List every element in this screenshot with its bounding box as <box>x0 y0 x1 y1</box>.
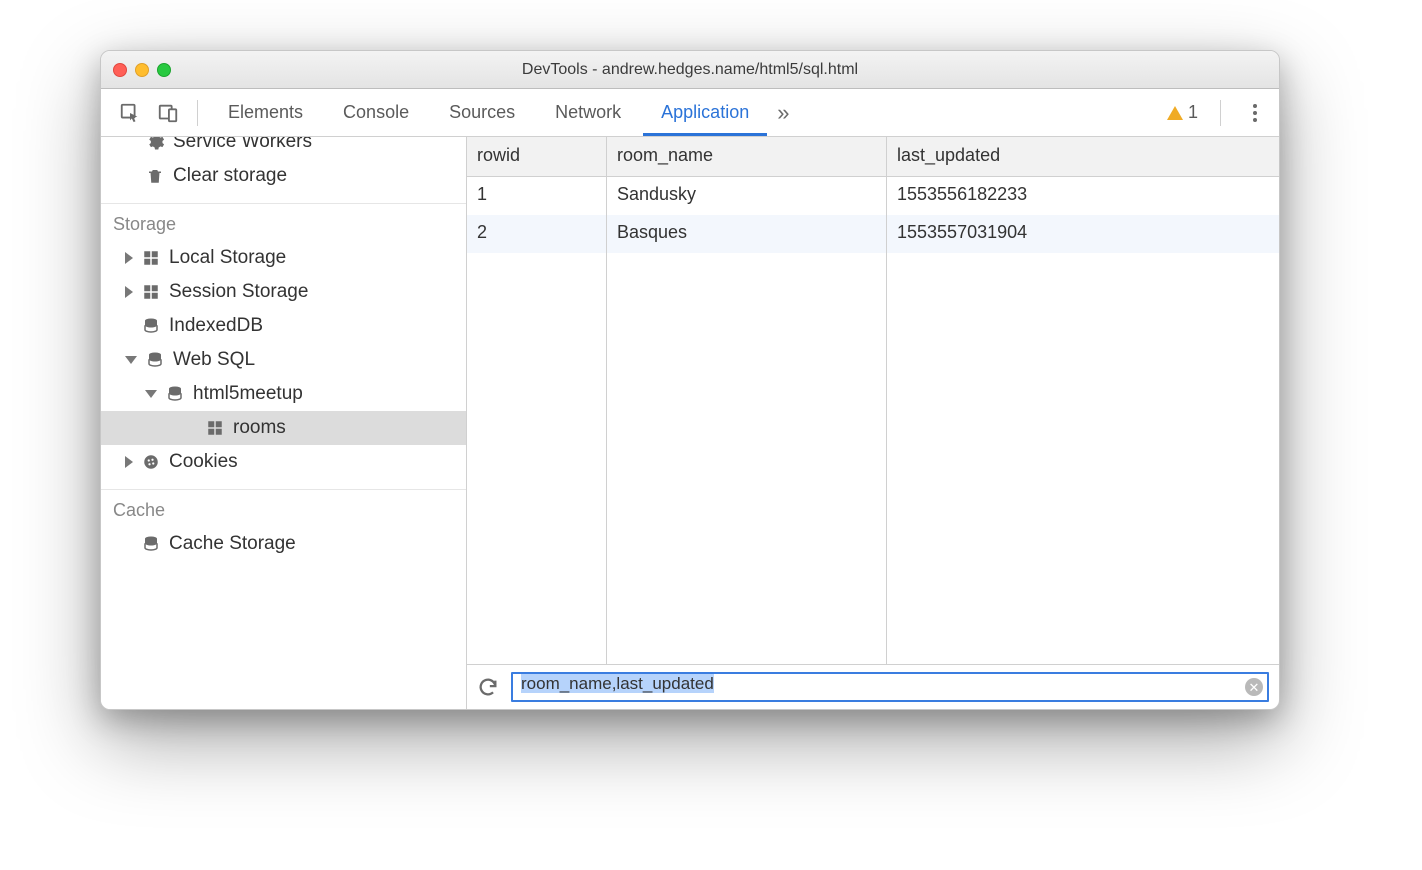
column-header-last-updated[interactable]: last_updated <box>887 137 1279 177</box>
table-cell[interactable]: 1 <box>467 177 606 215</box>
warnings-indicator[interactable]: 1 <box>1167 102 1198 123</box>
collapse-icon <box>125 356 137 364</box>
column-header-rowid[interactable]: rowid <box>467 137 606 177</box>
warning-count-value: 1 <box>1188 102 1198 123</box>
traffic-lights <box>113 63 171 77</box>
sidebar-item-label: rooms <box>233 417 286 439</box>
data-table: rowid 1 2 room_name Sandusky Basques las… <box>467 137 1279 665</box>
settings-menu-icon[interactable] <box>1243 98 1267 128</box>
table-content: rowid 1 2 room_name Sandusky Basques las… <box>467 137 1279 709</box>
minimize-window-button[interactable] <box>135 63 149 77</box>
sidebar-item-service-workers[interactable]: Service Workers <box>101 137 466 159</box>
devtools-window: DevTools - andrew.hedges.name/html5/sql.… <box>100 50 1280 710</box>
collapse-icon <box>145 390 157 398</box>
tab-sources[interactable]: Sources <box>431 89 533 136</box>
table-cell[interactable]: 2 <box>467 215 606 253</box>
sidebar-item-session-storage[interactable]: Session Storage <box>101 275 466 309</box>
sidebar-item-cache-storage[interactable]: Cache Storage <box>101 527 466 561</box>
sidebar-item-label: Cookies <box>169 451 238 473</box>
table-cell[interactable]: 1553556182233 <box>887 177 1279 215</box>
sidebar-item-label: Clear storage <box>173 165 287 187</box>
more-tabs-icon[interactable]: » <box>771 94 795 132</box>
toolbar-divider <box>1220 100 1221 126</box>
database-icon <box>141 316 161 336</box>
warning-icon <box>1167 106 1183 120</box>
expand-icon <box>125 456 133 468</box>
devtools-toolbar: Elements Console Sources Network Applica… <box>101 89 1279 137</box>
sidebar-item-database[interactable]: html5meetup <box>101 377 466 411</box>
column-header-room-name[interactable]: room_name <box>607 137 886 177</box>
sidebar-section-cache: Cache <box>101 489 466 527</box>
grid-icon <box>141 248 161 268</box>
sidebar-item-label: html5meetup <box>193 383 303 405</box>
sidebar-item-clear-storage[interactable]: Clear storage <box>101 159 466 193</box>
application-sidebar: Service Workers Clear storage Storage Lo… <box>101 137 467 709</box>
database-icon <box>145 350 165 370</box>
sidebar-item-label: Cache Storage <box>169 533 296 555</box>
window-titlebar: DevTools - andrew.hedges.name/html5/sql.… <box>101 51 1279 89</box>
sidebar-item-label: Service Workers <box>173 137 312 153</box>
sidebar-item-indexeddb[interactable]: IndexedDB <box>101 309 466 343</box>
columns-filter-input[interactable]: room_name,last_updated <box>511 672 1269 702</box>
grid-icon <box>141 282 161 302</box>
sidebar-item-label: IndexedDB <box>169 315 263 337</box>
tab-application[interactable]: Application <box>643 89 767 136</box>
expand-icon <box>125 252 133 264</box>
expand-icon <box>125 286 133 298</box>
sidebar-item-cookies[interactable]: Cookies <box>101 445 466 479</box>
sidebar-section-storage: Storage <box>101 203 466 241</box>
sidebar-item-web-sql[interactable]: Web SQL <box>101 343 466 377</box>
tab-console[interactable]: Console <box>325 89 427 136</box>
inspect-element-icon[interactable] <box>113 96 147 130</box>
clear-input-icon[interactable]: ✕ <box>1245 678 1263 696</box>
query-bar: room_name,last_updated ✕ <box>467 665 1279 709</box>
table-cell[interactable]: Sandusky <box>607 177 886 215</box>
sidebar-item-label: Local Storage <box>169 247 286 269</box>
query-input-value: room_name,last_updated <box>521 674 714 693</box>
grid-icon <box>205 418 225 438</box>
sidebar-item-table[interactable]: rooms <box>101 411 466 445</box>
refresh-icon[interactable] <box>477 676 499 698</box>
tab-elements[interactable]: Elements <box>210 89 321 136</box>
database-icon <box>165 384 185 404</box>
spacer <box>125 540 133 548</box>
gear-icon <box>145 137 165 152</box>
toolbar-divider <box>197 100 198 126</box>
cookie-icon <box>141 452 161 472</box>
sidebar-item-local-storage[interactable]: Local Storage <box>101 241 466 275</box>
close-window-button[interactable] <box>113 63 127 77</box>
sidebar-item-label: Session Storage <box>169 281 308 303</box>
table-cell[interactable]: Basques <box>607 215 886 253</box>
maximize-window-button[interactable] <box>157 63 171 77</box>
tab-network[interactable]: Network <box>537 89 639 136</box>
trash-icon <box>145 166 165 186</box>
database-icon <box>141 534 161 554</box>
window-title: DevTools - andrew.hedges.name/html5/sql.… <box>101 61 1279 79</box>
spacer <box>125 322 133 330</box>
sidebar-item-label: Web SQL <box>173 349 255 371</box>
device-toggle-icon[interactable] <box>151 96 185 130</box>
table-cell[interactable]: 1553557031904 <box>887 215 1279 253</box>
